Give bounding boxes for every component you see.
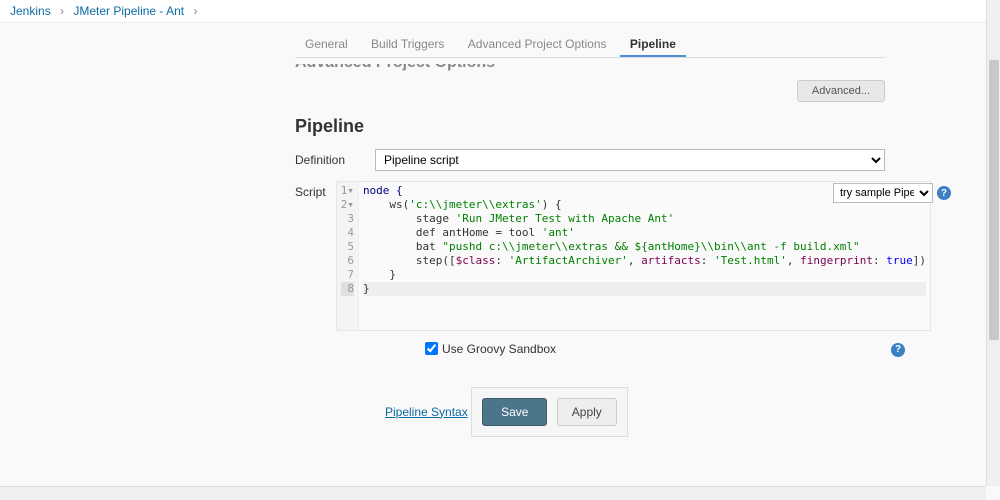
script-editor[interactable]: 1▾2▾3 4 5 6 7 8 node { ws('c:\\jmeter\\e… xyxy=(336,181,931,331)
apply-button[interactable]: Apply xyxy=(557,398,617,426)
tab-pipeline[interactable]: Pipeline xyxy=(620,33,686,57)
script-label: Script xyxy=(295,181,336,331)
config-tabs: General Build Triggers Advanced Project … xyxy=(295,33,885,58)
definition-label: Definition xyxy=(295,149,375,167)
help-icon[interactable]: ? xyxy=(891,343,905,357)
tab-general[interactable]: General xyxy=(295,33,358,55)
tab-build-triggers[interactable]: Build Triggers xyxy=(361,33,454,55)
section-title: Pipeline xyxy=(295,116,885,137)
sandbox-checkbox[interactable] xyxy=(425,342,438,355)
help-icon[interactable]: ? xyxy=(937,186,951,200)
previous-section-title: Advanced Project Options xyxy=(295,64,885,74)
breadcrumb-item-project[interactable]: JMeter Pipeline - Ant xyxy=(73,4,184,18)
scrollbar-thumb[interactable] xyxy=(989,60,999,340)
breadcrumb: Jenkins › JMeter Pipeline - Ant › xyxy=(0,0,1000,23)
save-button[interactable]: Save xyxy=(482,398,547,426)
chevron-right-icon: › xyxy=(193,4,197,18)
definition-select[interactable]: Pipeline script xyxy=(375,149,885,171)
chevron-right-icon: › xyxy=(60,4,64,18)
horizontal-scrollbar[interactable] xyxy=(0,486,986,500)
editor-code[interactable]: node { ws('c:\\jmeter\\extras') { stage … xyxy=(359,182,930,330)
advanced-button[interactable]: Advanced... xyxy=(797,80,885,102)
bottom-bar: Save Apply xyxy=(471,387,628,437)
tab-advanced[interactable]: Advanced Project Options xyxy=(458,33,617,55)
vertical-scrollbar[interactable] xyxy=(986,0,1000,486)
editor-gutter: 1▾2▾3 4 5 6 7 8 xyxy=(337,182,359,330)
sandbox-label: Use Groovy Sandbox xyxy=(442,342,556,356)
pipeline-syntax-link[interactable]: Pipeline Syntax xyxy=(385,405,468,419)
sample-pipeline-select[interactable]: try sample Pipeline... xyxy=(833,183,933,203)
breadcrumb-item-jenkins[interactable]: Jenkins xyxy=(10,4,51,18)
